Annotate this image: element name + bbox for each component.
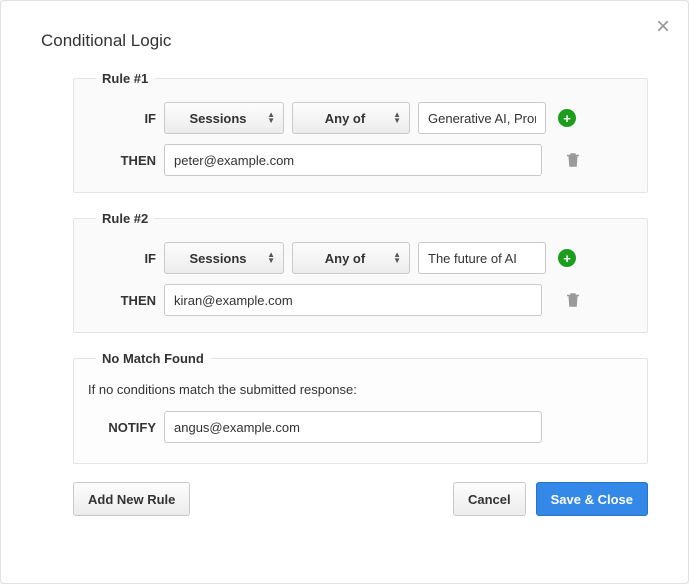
operator-select[interactable]: Any of ▲▼ [292, 102, 410, 134]
no-match-text: If no conditions match the submitted res… [88, 382, 633, 397]
rule-legend: Rule #1 [96, 71, 154, 86]
then-label: THEN [88, 153, 156, 168]
if-value-input[interactable] [418, 242, 546, 274]
rule-if-row: IF Sessions ▲▼ Any of ▲▼ + [88, 242, 633, 274]
trash-icon[interactable] [564, 291, 582, 309]
add-new-rule-button[interactable]: Add New Rule [73, 482, 190, 516]
field-select[interactable]: Sessions ▲▼ [164, 242, 284, 274]
if-label: IF [88, 111, 156, 126]
sort-icon: ▲▼ [267, 252, 275, 264]
sort-icon: ▲▼ [393, 112, 401, 124]
rule-if-row: IF Sessions ▲▼ Any of ▲▼ + [88, 102, 633, 134]
notify-input[interactable] [164, 411, 542, 443]
rule-then-row: THEN [88, 144, 633, 176]
notify-label: NOTIFY [88, 420, 156, 435]
operator-select[interactable]: Any of ▲▼ [292, 242, 410, 274]
close-icon[interactable]: × [656, 15, 670, 39]
if-value-input[interactable] [418, 102, 546, 134]
add-condition-icon[interactable]: + [558, 249, 576, 267]
then-label: THEN [88, 293, 156, 308]
trash-icon[interactable] [564, 151, 582, 169]
field-select[interactable]: Sessions ▲▼ [164, 102, 284, 134]
modal-title: Conditional Logic [41, 31, 648, 51]
sort-icon: ▲▼ [393, 252, 401, 264]
rule-1-fieldset: Rule #1 IF Sessions ▲▼ Any of ▲▼ + THEN [73, 71, 648, 193]
rule-2-fieldset: Rule #2 IF Sessions ▲▼ Any of ▲▼ + THEN [73, 211, 648, 333]
no-match-legend: No Match Found [96, 351, 210, 366]
then-input[interactable] [164, 284, 542, 316]
rule-legend: Rule #2 [96, 211, 154, 226]
select-value: Sessions [189, 251, 246, 266]
if-label: IF [88, 251, 156, 266]
select-value: Any of [325, 111, 365, 126]
cancel-button[interactable]: Cancel [453, 482, 526, 516]
select-value: Sessions [189, 111, 246, 126]
sort-icon: ▲▼ [267, 112, 275, 124]
modal-footer: Add New Rule Cancel Save & Close [73, 482, 648, 516]
conditional-logic-modal: × Conditional Logic Rule #1 IF Sessions … [0, 0, 689, 584]
add-condition-icon[interactable]: + [558, 109, 576, 127]
then-input[interactable] [164, 144, 542, 176]
no-match-fieldset: No Match Found If no conditions match th… [73, 351, 648, 464]
select-value: Any of [325, 251, 365, 266]
save-close-button[interactable]: Save & Close [536, 482, 648, 516]
notify-row: NOTIFY [88, 411, 633, 443]
rule-then-row: THEN [88, 284, 633, 316]
